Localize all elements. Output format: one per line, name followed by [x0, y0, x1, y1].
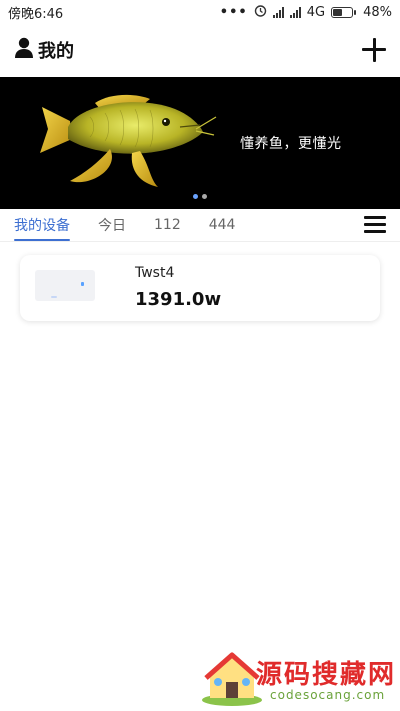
menu-icon[interactable] — [364, 216, 386, 234]
signal-icon — [272, 6, 284, 18]
tab-my-devices[interactable]: 我的设备 — [14, 211, 70, 241]
tab-112[interactable]: 112 — [154, 213, 181, 239]
tab-bar: 我的设备 今日 112 444 — [0, 210, 400, 242]
banner-carousel[interactable]: 懂养鱼，更懂光 — [0, 77, 400, 209]
device-indicator-icon — [81, 282, 84, 286]
signal-icon-2 — [289, 6, 301, 18]
watermark-url: codesocang.com — [270, 688, 386, 702]
carousel-dot-active[interactable] — [193, 194, 198, 199]
header-title-group: 我的 — [14, 37, 74, 63]
device-card[interactable]: Twst4 1391.0w — [20, 255, 380, 321]
user-icon — [14, 37, 34, 63]
status-time: 傍晚6:46 — [8, 6, 64, 22]
alarm-icon — [254, 4, 267, 21]
battery-icon — [331, 6, 357, 18]
tab-444[interactable]: 444 — [209, 213, 236, 239]
watermark-title: 源码搜藏网 — [256, 660, 397, 690]
watermark-house-icon — [202, 652, 262, 706]
more-dots-icon: ••• — [219, 4, 248, 20]
carousel-indicator — [193, 194, 207, 199]
network-type: 4G — [306, 4, 326, 20]
status-bar: 傍晚6:46 ••• 4G 48% — [0, 0, 400, 24]
watermark: 源码搜藏网 codesocang.com — [200, 652, 398, 706]
banner-slogan: 懂养鱼，更懂光 — [240, 136, 342, 152]
add-device-button[interactable] — [362, 38, 386, 62]
page-title: 我的 — [38, 41, 74, 62]
tab-today[interactable]: 今日 — [98, 211, 126, 241]
app-header: 我的 — [0, 24, 400, 76]
device-power: 1391.0w — [135, 289, 222, 310]
status-icons: ••• 4G 48% — [220, 4, 392, 21]
device-thumbnail-line — [51, 296, 57, 298]
device-name: Twst4 — [135, 265, 175, 281]
device-thumbnail — [35, 270, 95, 301]
carousel-dot[interactable] — [202, 194, 207, 199]
battery-percent: 48% — [363, 4, 392, 20]
